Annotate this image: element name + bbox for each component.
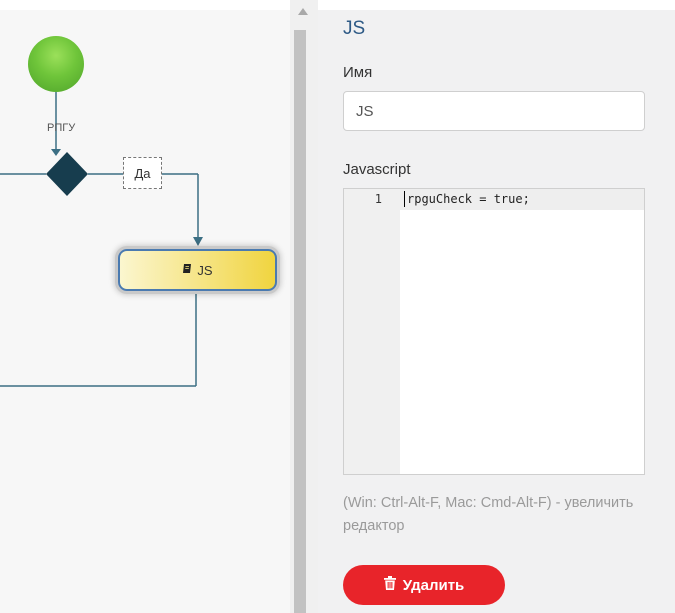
editor-fullscreen-hint: (Win: Ctrl-Alt-F, Mac: Cmd-Alt-F) - увел… [343,495,634,534]
edge-label-rpgu: РПГУ [47,122,76,134]
flow-edges [0,92,203,387]
delete-button[interactable]: Удалить [343,565,505,605]
start-node[interactable] [28,36,84,92]
javascript-field-label: Javascript [343,161,411,178]
name-input[interactable] [343,91,645,131]
js-node-label: JS [197,262,213,278]
condition-label-yes[interactable]: Да [123,157,162,189]
trash-icon [383,576,396,594]
diagram-canvas[interactable]: РПГУ Да JS [0,10,290,613]
panel-title: JS [343,18,366,39]
editor-gutter [344,189,400,474]
javascript-code-editor[interactable]: 1 rpguCheck = true; [343,188,645,475]
line-number: 1 [374,192,382,206]
name-field-label: Имя [343,64,373,81]
properties-panel: JS Имя Javascript 1 rpguCheck = true; (W… [318,10,675,613]
text-cursor [404,191,405,207]
delete-button-label: Удалить [402,576,465,594]
decision-node[interactable] [46,152,88,196]
scrollbar-thumb[interactable] [294,30,306,613]
scroll-up-icon[interactable] [298,8,308,15]
code-line[interactable]: rpguCheck = true; [407,192,530,206]
book-icon [182,263,193,277]
condition-label-text: Да [134,165,151,181]
canvas-vertical-scrollbar[interactable] [290,0,318,613]
js-task-node[interactable]: JS [118,249,277,291]
